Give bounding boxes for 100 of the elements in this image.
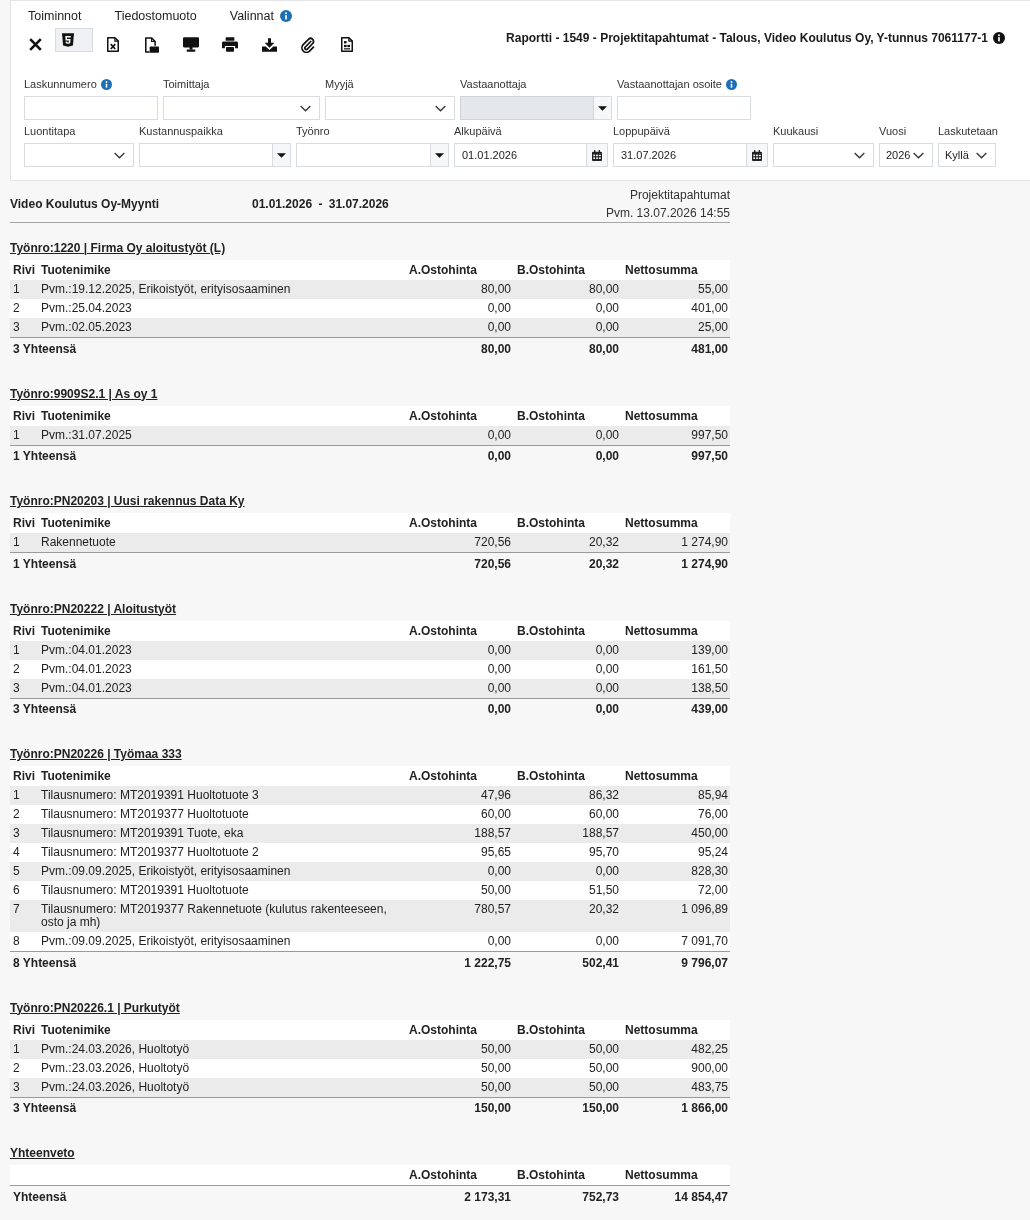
- total-cell: 1 866,00: [621, 1097, 730, 1120]
- table-cell: 997,50: [621, 425, 730, 445]
- chevron-down-icon: [913, 151, 924, 159]
- total-cell: 14 854,47: [621, 1185, 730, 1209]
- field-label: Työnro: [296, 124, 330, 138]
- select-field[interactable]: [773, 143, 874, 167]
- total-label: 1 Yhteensä: [10, 552, 405, 576]
- table-cell: 0,00: [405, 678, 513, 698]
- total-cell: 80,00: [513, 337, 621, 361]
- column-header: Nettosumma: [621, 405, 730, 426]
- combo-input[interactable]: [296, 143, 431, 167]
- column-header: B.Ostohinta: [513, 405, 621, 426]
- column-header: Tuotenimike: [38, 1019, 405, 1040]
- calendar-icon: [752, 149, 762, 161]
- table-cell: 0,00: [405, 932, 513, 952]
- column-header: Nettosumma: [621, 620, 730, 641]
- table-cell: Tilausnumero: MT2019391 Huoltotuote: [38, 881, 405, 900]
- download-icon: [261, 37, 277, 52]
- table-cell: 76,00: [621, 805, 730, 824]
- table-cell: 483,75: [621, 1077, 730, 1097]
- menu-item[interactable]: Tiedostomuoto: [114, 8, 197, 23]
- column-header: Tuotenimike: [38, 405, 405, 426]
- total-label: 3 Yhteensä: [10, 1097, 405, 1120]
- combo-input[interactable]: [139, 143, 273, 167]
- date-input[interactable]: 01.01.2026: [454, 143, 587, 167]
- field-label: Alkupäivä: [454, 124, 502, 138]
- table-cell: 85,94: [621, 786, 730, 805]
- table-cell: 6: [10, 881, 38, 900]
- table-cell: 72,00: [621, 881, 730, 900]
- table-cell: 50,00: [405, 1077, 513, 1097]
- column-header: A.Ostohinta: [405, 766, 513, 786]
- total-cell: 2 173,31: [405, 1185, 513, 1209]
- table-cell: 1: [10, 533, 38, 553]
- text-input[interactable]: [617, 96, 751, 120]
- total-cell: 20,32: [513, 552, 621, 576]
- table-cell: 188,57: [405, 824, 513, 843]
- total-cell: 1 274,90: [621, 552, 730, 576]
- table-cell: 2: [10, 299, 38, 318]
- table-cell: 0,00: [405, 299, 513, 318]
- table-cell: 50,00: [405, 881, 513, 900]
- table-cell: 86,32: [513, 786, 621, 805]
- calendar-button[interactable]: [747, 143, 768, 167]
- table-cell: Pvm.:09.09.2025, Erikoistyöt, erityisosaaminen: [38, 862, 405, 881]
- table-cell: 3: [10, 824, 38, 843]
- column-header: A.Ostohinta: [405, 260, 513, 280]
- column-header: B.Ostohinta: [513, 260, 621, 280]
- menu-item[interactable]: Valinnat: [229, 8, 274, 23]
- select-field[interactable]: 2026: [879, 143, 933, 167]
- dropdown-button[interactable]: [431, 143, 449, 167]
- table-cell: Tilausnumero: MT2019377 Rakennetuote (kulutus rakenteeseen, osto ja mh): [38, 900, 405, 932]
- total-cell: 80,00: [405, 337, 513, 361]
- field-label: Vastaanottaja: [460, 77, 527, 91]
- select-field[interactable]: [325, 96, 455, 120]
- text-input[interactable]: [24, 96, 158, 120]
- table-cell: 0,00: [513, 678, 621, 698]
- field-label: Laskutetaan: [938, 124, 998, 138]
- column-header: A.Ostohinta: [405, 513, 513, 533]
- dropdown-button[interactable]: [594, 96, 612, 120]
- field-label: Vuosi: [879, 124, 907, 138]
- table-cell: Pvm.:04.01.2023: [38, 678, 405, 698]
- total-cell: 150,00: [513, 1097, 621, 1120]
- table-cell: 1: [10, 425, 38, 445]
- menu-item[interactable]: Toiminnot: [28, 8, 82, 23]
- dropdown-button[interactable]: [273, 143, 291, 167]
- field-label: Kustannuspaikka: [139, 124, 223, 138]
- table-cell: 4: [10, 843, 38, 862]
- table-cell: 138,50: [621, 678, 730, 698]
- table-cell: 2: [10, 805, 38, 824]
- printer-icon: [222, 37, 238, 52]
- table-cell: Pvm.:09.09.2025, Erikoistyöt, erityisosaaminen: [38, 932, 405, 952]
- table-cell: 80,00: [513, 280, 621, 299]
- html-button[interactable]: [55, 28, 93, 52]
- table-cell: 95,24: [621, 843, 730, 862]
- field-label: Laskunnumero: [24, 77, 97, 91]
- table-cell: Pvm.:24.03.2026, Huoltotyö: [38, 1077, 405, 1097]
- column-header: Nettosumma: [621, 513, 730, 533]
- caret-down-icon: [435, 152, 444, 158]
- print-date: Pvm. 13.07.2026 14:55: [605, 204, 730, 222]
- column-header: Tuotenimike: [38, 260, 405, 280]
- select-field[interactable]: [163, 96, 320, 120]
- total-cell: 0,00: [405, 445, 513, 468]
- table-cell: Pvm.:25.04.2023: [38, 299, 405, 318]
- table-cell: 3: [10, 318, 38, 338]
- table-cell: 55,00: [621, 280, 730, 299]
- date-input[interactable]: 31.07.2026: [613, 143, 747, 167]
- column-header: B.Ostohinta: [513, 1019, 621, 1040]
- info-icon[interactable]: [993, 32, 1005, 44]
- table-cell: Tilausnumero: MT2019377 Huoltotuote: [38, 805, 405, 824]
- table-cell: 401,00: [621, 299, 730, 318]
- table-cell: 60,00: [513, 805, 621, 824]
- table-cell: 95,70: [513, 843, 621, 862]
- table-cell: 25,00: [621, 318, 730, 338]
- select-field[interactable]: [24, 143, 134, 167]
- calendar-button[interactable]: [587, 143, 608, 167]
- total-cell: 997,50: [621, 445, 730, 468]
- select-field[interactable]: Kyllä: [938, 143, 996, 167]
- table-cell: Rakennetuote: [38, 533, 405, 553]
- total-label: 3 Yhteensä: [10, 337, 405, 361]
- chevron-down-icon: [854, 151, 865, 159]
- table-cell: Tilausnumero: MT2019391 Tuote, eka: [38, 824, 405, 843]
